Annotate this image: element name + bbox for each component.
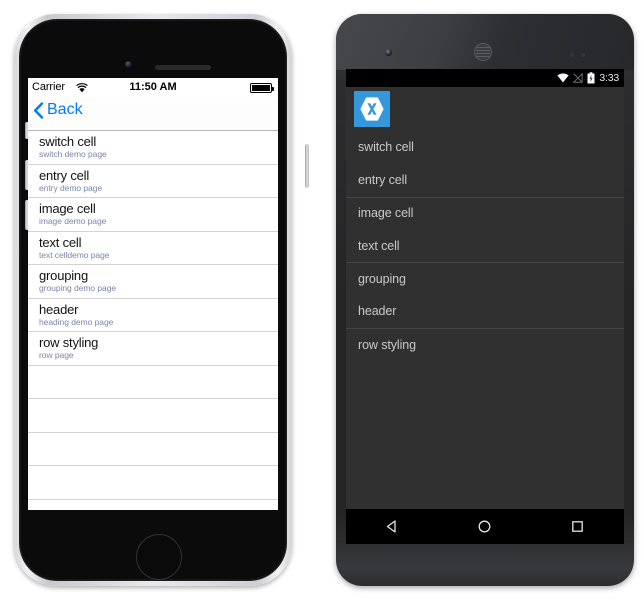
android-navigation-bar [346,509,624,544]
android-action-bar [346,87,624,131]
android-list-item[interactable]: header [346,295,624,328]
android-light-sensor [581,53,585,57]
ios-list-item-subtitle: text celldemo page [39,249,110,260]
android-screen: 3:33 switch cell entry cell image cell text… [346,69,624,544]
android-device-frame: 3:33 switch cell entry cell image cell text… [336,14,634,586]
iphone-earpiece-speaker [155,65,211,70]
battery-charging-icon [587,72,595,84]
nav-home-circle-icon[interactable] [468,509,502,544]
ios-list-empty-row [28,366,278,399]
ios-list-item[interactable]: switch cell switch demo page [28,131,278,165]
ios-list-item-subtitle: image demo page [39,216,107,226]
ios-list-item-subtitle: heading demo page [39,316,114,327]
ios-list-item[interactable]: row styling row page [28,332,278,366]
wifi-icon [557,73,569,83]
xamarin-hexagon-glyph [360,97,384,121]
back-button-label: Back [47,101,83,118]
android-front-camera-icon [385,49,392,56]
ios-list-empty-row [28,399,278,433]
ios-list-item[interactable]: grouping grouping demo page [28,265,278,299]
ios-navigation-bar: Back [28,98,278,131]
android-bezel-top [336,14,634,70]
ios-list-empty-row [28,466,278,500]
ios-list-item-title: image cell [39,201,96,216]
android-status-icons: 3:33 [557,69,619,87]
ios-list-item[interactable]: header heading demo page [28,299,278,332]
ios-list-item-title: switch cell [39,134,97,149]
iphone-device-frame: Carrier 11:50 AM Back switch cell switch… [14,14,309,586]
android-list-item[interactable]: image cell [346,196,624,230]
android-list-item[interactable]: entry cell [346,164,624,197]
ios-list-item[interactable]: text cell text celldemo page [28,232,278,265]
ios-list-item-title: entry cell [39,167,90,183]
back-button[interactable]: Back [33,102,83,119]
android-list-view[interactable]: switch cell entry cell image cell text cell… [346,131,624,361]
ios-list-item-subtitle: entry demo page [39,182,103,193]
iphone-screen: Carrier 11:50 AM Back switch cell switch… [28,78,278,510]
iphone-home-button[interactable] [136,534,182,580]
android-list-item[interactable]: grouping [346,262,624,295]
chevron-left-icon [34,102,44,119]
ios-list-item-subtitle: row page [39,350,74,360]
ios-status-bar: Carrier 11:50 AM [28,78,278,98]
iphone-power-button[interactable] [305,144,309,188]
nav-recents-square-icon[interactable] [561,509,595,544]
ios-list-item-title: grouping [39,268,88,283]
ios-clock: 11:50 AM [129,81,177,93]
signal-no-service-icon [573,73,584,83]
ios-list-view[interactable]: switch cell switch demo page entry cell ent… [28,131,278,510]
android-list-item[interactable]: switch cell [346,131,624,164]
android-clock: 3:33 [599,72,619,84]
iphone-front-camera-icon [125,61,132,68]
ios-list-item[interactable]: entry cell entry demo page [28,165,278,198]
ios-list-item-title: row styling [39,335,99,350]
android-list-item[interactable]: text cell [346,229,624,262]
ios-list-item[interactable]: image cell image demo page [28,198,278,232]
ios-list-item-subtitle: switch demo page [39,149,107,159]
nav-back-triangle-icon[interactable] [375,509,409,544]
ios-list-empty-row [28,433,278,466]
ios-list-item-title: header [39,301,79,317]
devices-comparison-stage: Carrier 11:50 AM Back switch cell switch… [0,0,644,600]
android-status-bar: 3:33 [346,69,624,87]
ios-list-item-title: text cell [39,234,82,250]
android-earpiece-speaker [474,43,492,61]
android-proximity-sensor [570,53,574,57]
android-list-item[interactable]: row styling [346,327,624,361]
xamarin-logo-icon[interactable] [354,91,390,127]
ios-list-empty-row [28,500,278,511]
ios-list-item-subtitle: grouping demo page [39,283,117,293]
battery-full-icon [250,83,274,93]
